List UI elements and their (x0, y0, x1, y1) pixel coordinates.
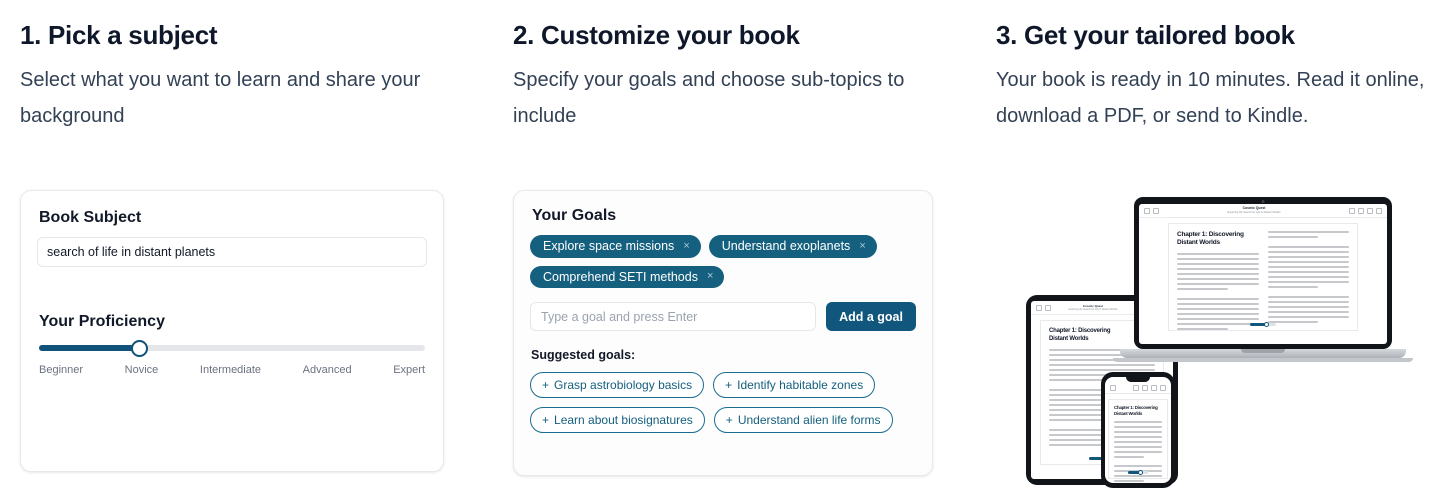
how-it-works-section: 1. Pick a subject Select what you want t… (0, 0, 1456, 504)
goal-input[interactable] (530, 302, 817, 331)
proficiency-label-novice[interactable]: Novice (125, 364, 159, 376)
phone-screen: Chapter 1: Discovering Distant Worlds (1105, 377, 1171, 483)
goal-chip-row-2: Comprehend SETI methods × (530, 265, 916, 288)
goal-chip-label: Understand exoplanets (721, 239, 851, 253)
settings-icon (1151, 384, 1157, 391)
step-2-title: 2. Customize your book (513, 20, 800, 50)
step-3-column: 3. Get your tailored book Your book is r… (988, 0, 1456, 504)
proficiency-label-intermediate[interactable]: Intermediate (200, 364, 261, 376)
slider-track[interactable] (39, 339, 425, 357)
proficiency-slider[interactable]: Beginner Novice Intermediate Advanced Ex… (39, 339, 425, 376)
back-icon (1036, 304, 1042, 311)
phone-device: Chapter 1: Discovering Distant Worlds (1101, 372, 1175, 488)
laptop-column-right (1267, 231, 1349, 333)
back-icon (1144, 207, 1150, 214)
proficiency-heading: Your Proficiency (39, 313, 165, 330)
suggested-row-2: + Learn about biosignatures + Understand… (530, 407, 916, 433)
proficiency-label-beginner[interactable]: Beginner (39, 364, 83, 376)
book-subtitle: Exploring the Search for Life in Distant… (1068, 307, 1118, 311)
book-subject-input[interactable] (37, 237, 427, 267)
goal-chip-label: Comprehend SETI methods (543, 269, 698, 284)
step-1-title: 1. Pick a subject (20, 20, 218, 50)
settings-icon (1367, 207, 1373, 214)
font-size-icon (1349, 207, 1355, 214)
close-icon[interactable]: × (859, 240, 865, 252)
proficiency-labels: Beginner Novice Intermediate Advanced Ex… (39, 364, 425, 376)
book-subtitle: Exploring the Search for Life in Distant… (1227, 211, 1281, 215)
laptop-chapter-title: Chapter 1: Discovering Distant Worlds (1177, 231, 1244, 247)
step-3-description: Your book is ready in 10 minutes. Read i… (996, 69, 1425, 127)
laptop-toolbar: Cosmic Quest Exploring the Search for Li… (1139, 204, 1387, 218)
step-3-title: 3. Get your tailored book (996, 20, 1295, 50)
laptop-page: Chapter 1: Discovering Distant Worlds (1168, 223, 1358, 331)
suggested-goal-chip[interactable]: + Grasp astrobiology basics (530, 372, 705, 398)
laptop-screen: Cosmic Quest Exploring the Search for Li… (1139, 204, 1387, 344)
book-subject-card: Book Subject Your Proficiency Beginner N… (20, 190, 444, 472)
back-icon (1110, 384, 1116, 391)
laptop-notch (1241, 349, 1285, 353)
add-goal-button[interactable]: Add a goal (826, 302, 916, 331)
bookmark-icon (1160, 384, 1166, 391)
your-goals-heading: Your Goals (532, 207, 617, 224)
bookmark-icon (1376, 207, 1382, 214)
suggested-goals-label: Suggested goals: (531, 348, 636, 362)
phone-page: Chapter 1: Discovering Distant Worlds (1108, 399, 1168, 482)
font-size-icon (1133, 384, 1139, 391)
close-icon[interactable]: × (707, 271, 713, 282)
goal-chip[interactable]: Explore space missions × (530, 235, 701, 258)
step-2-description: Specify your goals and choose sub-topics… (513, 69, 905, 127)
suggested-goal-label: Learn about biosignatures (554, 413, 693, 427)
goal-chip[interactable]: Comprehend SETI methods × (530, 265, 725, 288)
plus-icon: + (542, 413, 550, 427)
goal-chip-row-1: Explore space missions × Understand exop… (530, 235, 916, 258)
laptop-base (1120, 349, 1406, 358)
step-1-column: 1. Pick a subject Select what you want t… (0, 0, 494, 504)
device-mockup-illustration: Cosmic Quest Exploring the Search for Li… (988, 190, 1436, 490)
step-1-description: Select what you want to learn and share … (20, 69, 421, 127)
laptop-column-left: Chapter 1: Discovering Distant Worlds (1177, 231, 1259, 333)
your-goals-card: Your Goals Explore space missions × Unde… (513, 190, 933, 476)
plus-icon: + (542, 378, 550, 392)
close-icon[interactable]: × (683, 240, 689, 252)
goal-chip-label: Explore space missions (543, 239, 675, 253)
camera-icon (1261, 200, 1265, 203)
goal-entry-row: Add a goal (530, 302, 916, 331)
grid-icon (1142, 384, 1148, 391)
laptop-device: Cosmic Quest Exploring the Search for Li… (1113, 197, 1413, 362)
plus-icon: + (725, 413, 733, 427)
suggested-goal-chip[interactable]: + Learn about biosignatures (530, 407, 705, 433)
proficiency-label-expert[interactable]: Expert (393, 364, 425, 376)
goal-chip[interactable]: Understand exoplanets × (708, 235, 877, 258)
grid-icon (1358, 207, 1364, 214)
laptop-lid: Cosmic Quest Exploring the Search for Li… (1134, 197, 1392, 349)
suggested-goal-label: Grasp astrobiology basics (554, 378, 693, 392)
suggested-goal-chip[interactable]: + Identify habitable zones (713, 372, 876, 398)
proficiency-label-advanced[interactable]: Advanced (303, 364, 352, 376)
suggested-goal-label: Understand alien life forms (737, 413, 881, 427)
phone-notch (1126, 377, 1150, 382)
plus-icon: + (725, 378, 733, 392)
suggested-goal-chip[interactable]: + Understand alien life forms (713, 407, 893, 433)
laptop-foot (1113, 358, 1413, 362)
slider-thumb[interactable] (130, 339, 148, 357)
suggested-goal-label: Identify habitable zones (737, 378, 864, 392)
phone-toolbar (1105, 382, 1171, 394)
phone-progress-bar[interactable] (1128, 470, 1148, 475)
laptop-progress-bar[interactable] (1250, 322, 1276, 327)
step-2-column: 2. Customize your book Specify your goal… (494, 0, 988, 504)
phone-chapter-title: Chapter 1: Discovering Distant Worlds (1114, 405, 1158, 416)
suggested-row-1: + Grasp astrobiology basics + Identify h… (530, 372, 916, 398)
book-subject-heading: Book Subject (39, 209, 142, 226)
slider-fill (39, 345, 140, 351)
